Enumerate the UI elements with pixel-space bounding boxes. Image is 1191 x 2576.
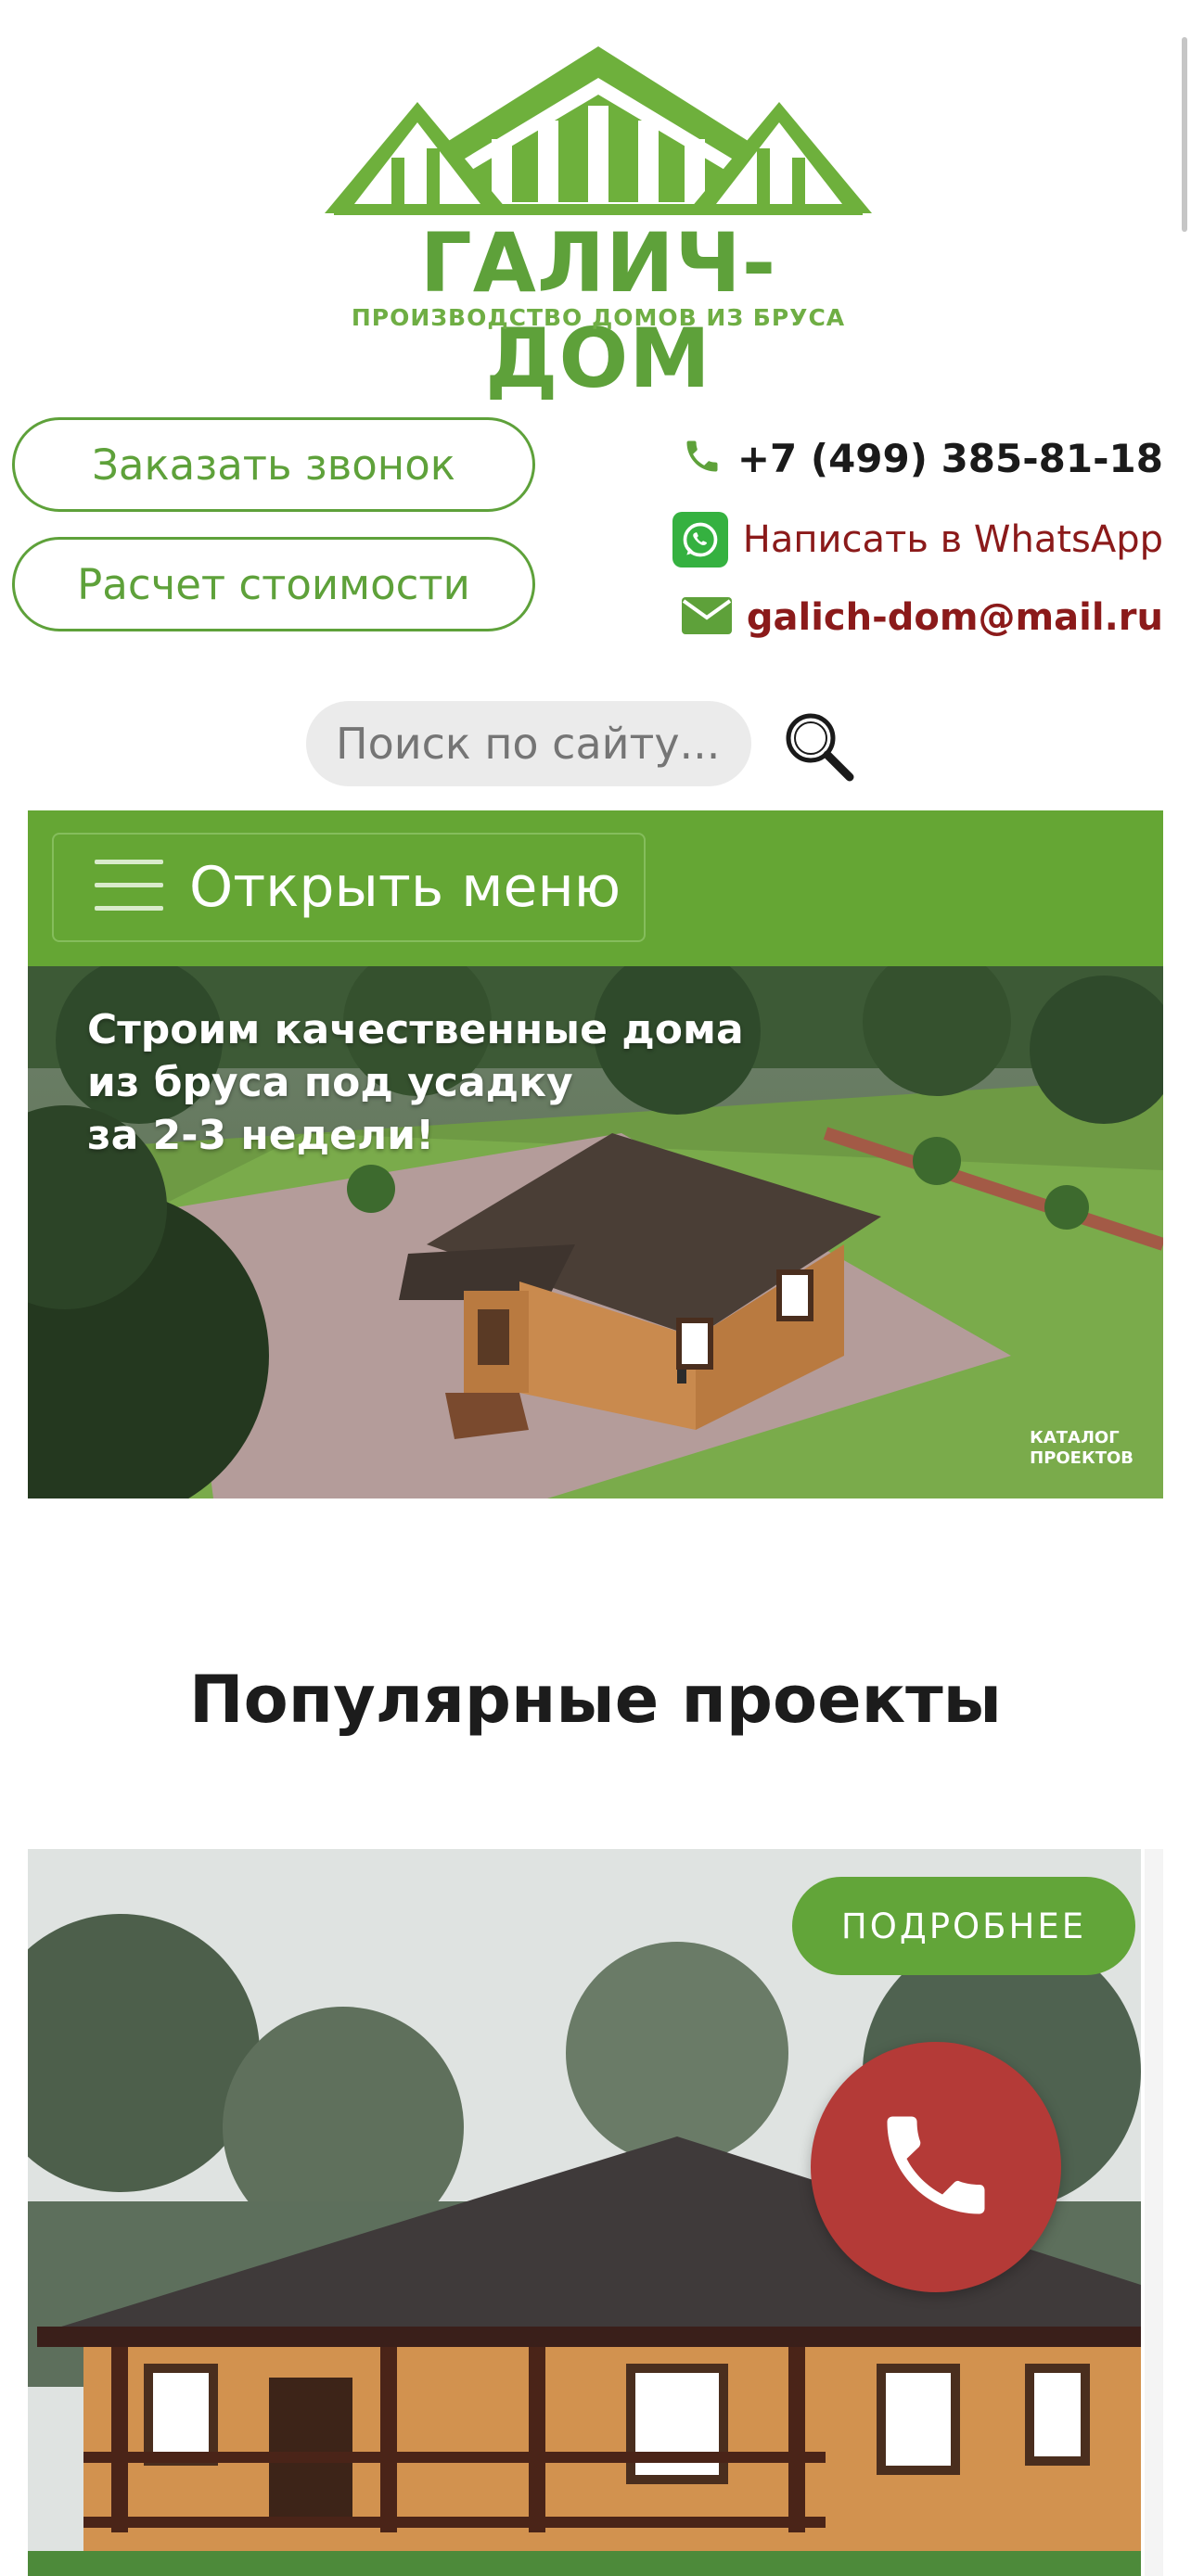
email-address: galich-dom@mail.ru — [746, 596, 1163, 639]
roof-logo-icon — [325, 46, 872, 215]
open-menu-label: Открыть меню — [189, 855, 621, 920]
hero-catalog-line: КАТАЛОГ — [1030, 1428, 1120, 1447]
search-input[interactable] — [306, 701, 751, 786]
call-fab-button[interactable] — [811, 2042, 1061, 2292]
price-calc-button[interactable]: Расчет стоимости — [12, 537, 535, 631]
whatsapp-link[interactable]: Написать в WhatsApp — [672, 510, 1163, 569]
hero-title-line: Строим качественные дома — [87, 1006, 744, 1053]
hero-title-line: из бруса под усадку — [87, 1059, 573, 1106]
email-link[interactable]: galich-dom@mail.ru — [681, 590, 1163, 645]
hero-catalog-line: ПРОЕКТОВ — [1030, 1448, 1133, 1468]
site-logo[interactable]: ГАЛИЧ-ДОМ ПРОИЗВОДСТВО ДОМОВ ИЗ БРУСА — [325, 46, 872, 406]
search-icon[interactable] — [781, 708, 855, 783]
open-menu-button[interactable]: Открыть меню — [52, 833, 646, 942]
details-button[interactable]: ПОДРОБНЕЕ — [792, 1877, 1135, 1975]
whatsapp-icon — [672, 512, 728, 567]
phone-link[interactable]: +7 (499) 385-81-18 — [682, 430, 1163, 486]
envelope-icon — [681, 597, 732, 638]
order-call-button[interactable]: Заказать звонок — [12, 417, 535, 512]
phone-number: +7 (499) 385-81-18 — [736, 435, 1163, 481]
phone-icon — [682, 436, 723, 480]
section-title: Популярные проекты — [189, 1662, 1002, 1738]
hero-title: Строим качественные дома из бруса под ус… — [87, 1003, 848, 1162]
next-card-edge — [1145, 1849, 1163, 2576]
logo-subtitle: ПРОИЗВОДСТВО ДОМОВ ИЗ БРУСА — [351, 304, 846, 331]
page-scrollbar[interactable] — [1182, 37, 1187, 232]
hero-banner[interactable]: Строим качественные дома из бруса под ус… — [28, 966, 1163, 1498]
whatsapp-label: Написать в WhatsApp — [742, 518, 1163, 561]
hero-title-line: за 2-3 недели! — [87, 1112, 435, 1159]
hero-catalog-label[interactable]: КАТАЛОГ ПРОЕКТОВ — [1030, 1428, 1133, 1469]
main-menu-bar: Открыть меню — [28, 810, 1163, 966]
phone-icon — [871, 2100, 1001, 2234]
hamburger-icon — [95, 860, 163, 915]
